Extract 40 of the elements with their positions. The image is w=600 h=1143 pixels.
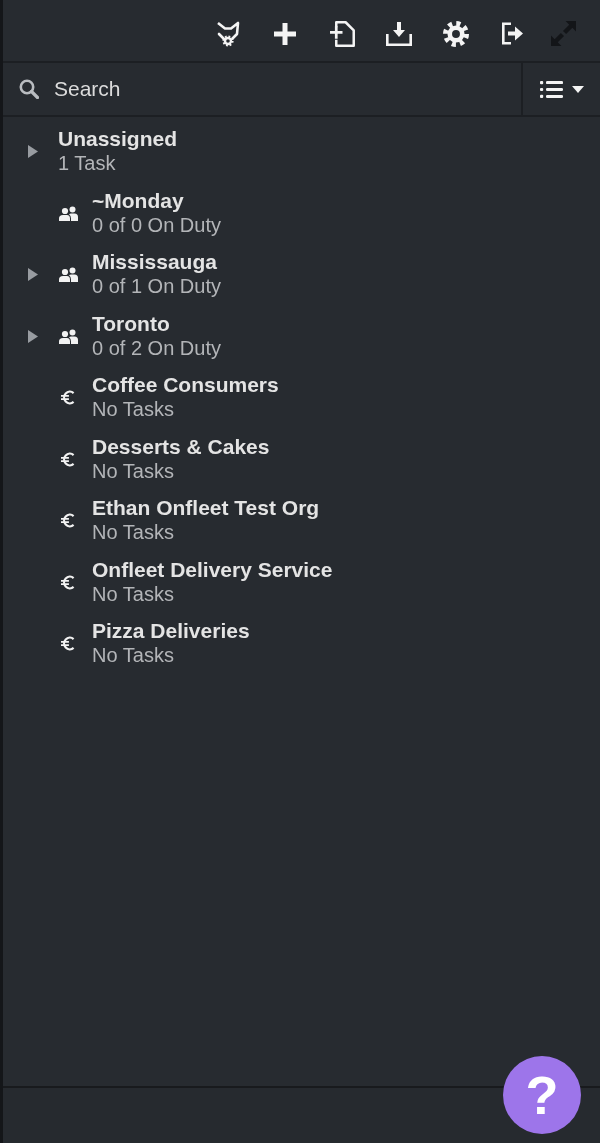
logout-icon	[502, 22, 524, 45]
group-name[interactable]: Ethan Onfleet Test Org	[92, 496, 320, 521]
group-summary: 0 of 2 On Duty	[92, 335, 221, 361]
group-name[interactable]: Pizza Deliveries	[92, 619, 250, 644]
download-icon	[386, 21, 412, 46]
group-summary: No Tasks	[92, 397, 174, 423]
caret-icon	[571, 85, 584, 93]
group-name[interactable]: Unassigned	[58, 127, 178, 152]
euro-icon	[61, 451, 75, 467]
document-plus-icon	[329, 20, 355, 47]
group-summary: No Tasks	[92, 520, 174, 546]
settings-icon	[443, 20, 469, 47]
group-summary: 0 of 1 On Duty	[92, 274, 221, 300]
euro-icon	[61, 636, 75, 652]
group-name[interactable]: Coffee Consumers	[92, 373, 279, 398]
group-summary: 1 Task	[58, 151, 116, 177]
group-summary: 0 of 0 On Duty	[92, 212, 221, 238]
list-icon	[539, 80, 563, 98]
expand-icon	[550, 21, 576, 46]
expand-arrow-icon[interactable]	[28, 268, 38, 282]
expand-arrow-icon[interactable]	[28, 329, 38, 343]
people-icon	[58, 267, 78, 283]
people-icon	[58, 328, 78, 344]
search-input[interactable]: Search	[54, 77, 354, 101]
group-name[interactable]: Toronto	[92, 311, 170, 336]
euro-icon	[61, 574, 75, 590]
group-name[interactable]: ~Monday	[92, 188, 184, 213]
search-icon	[19, 79, 39, 99]
euro-icon	[61, 390, 75, 406]
group-summary: No Tasks	[92, 643, 174, 669]
group-summary: No Tasks	[92, 458, 174, 484]
plus-icon	[274, 22, 296, 45]
people-icon	[58, 205, 78, 221]
expand-arrow-icon[interactable]	[28, 145, 38, 159]
group-name[interactable]: Desserts & Cakes	[92, 434, 270, 459]
group-name[interactable]: Onfleet Delivery Service	[92, 557, 333, 582]
euro-icon	[61, 513, 75, 529]
fox-head-icon	[216, 20, 240, 47]
group-summary: No Tasks	[92, 581, 174, 607]
group-name[interactable]: Mississauga	[92, 250, 217, 275]
